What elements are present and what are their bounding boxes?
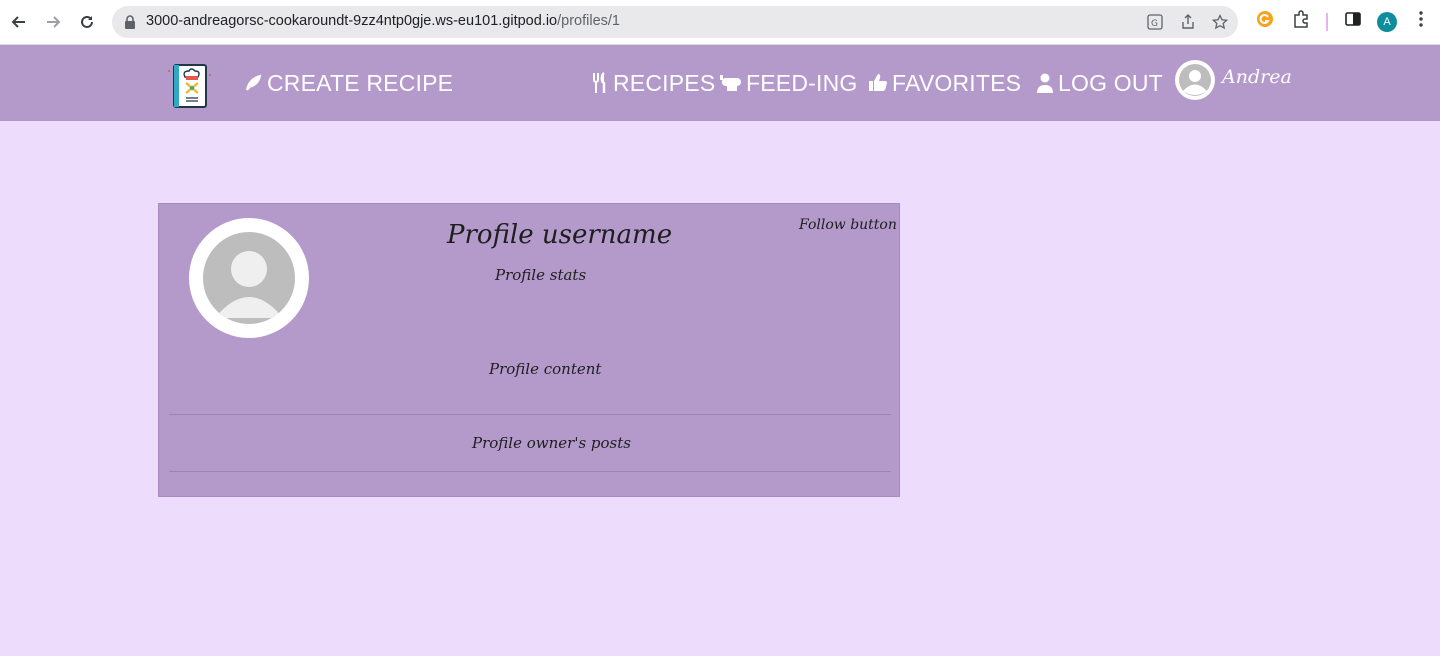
more-menu-icon[interactable] bbox=[1412, 10, 1430, 32]
follow-button[interactable]: Follow button bbox=[799, 217, 897, 233]
nav-create-recipe-label: CREATE RECIPE bbox=[267, 69, 454, 96]
share-icon[interactable] bbox=[1180, 14, 1196, 34]
profile-username: Profile username bbox=[447, 220, 673, 250]
forward-icon[interactable] bbox=[41, 10, 65, 34]
profile-avatar bbox=[189, 218, 309, 338]
side-panel-icon[interactable] bbox=[1344, 10, 1362, 32]
nav-recipes[interactable]: RECIPES bbox=[591, 67, 715, 99]
profile-owner-posts: Profile owner's posts bbox=[472, 434, 631, 452]
user-icon bbox=[1037, 73, 1053, 93]
extensions-puzzle-icon[interactable] bbox=[1292, 10, 1310, 32]
extension-g-icon[interactable] bbox=[1256, 10, 1274, 32]
nav-logout-label: LOG OUT bbox=[1058, 69, 1163, 96]
nav-username[interactable]: Andrea bbox=[1222, 66, 1292, 88]
nav-logout[interactable]: LOG OUT bbox=[1036, 67, 1163, 99]
bookmark-star-icon[interactable] bbox=[1211, 13, 1229, 34]
translate-icon[interactable]: G bbox=[1147, 14, 1163, 34]
nav-favorites-label: FAVORITES bbox=[892, 69, 1022, 96]
nav-favorites[interactable]: FAVORITES bbox=[868, 67, 1021, 99]
feather-icon bbox=[246, 74, 262, 91]
reload-icon[interactable] bbox=[75, 10, 99, 34]
divider-top bbox=[169, 414, 891, 415]
thumbs-up-icon bbox=[869, 74, 887, 91]
bread-icon bbox=[720, 75, 741, 91]
address-bar[interactable]: 3000-andreagorsc-cookaroundt-9zz4ntp0gje… bbox=[112, 6, 1238, 38]
nav-feed-label: FEED-ING bbox=[746, 69, 858, 96]
toolbar-divider bbox=[1326, 13, 1328, 31]
nav-recipes-label: RECIPES bbox=[613, 69, 716, 96]
utensils-icon bbox=[593, 72, 606, 93]
profile-stats: Profile stats bbox=[495, 266, 587, 284]
site-logo[interactable] bbox=[166, 61, 212, 111]
browser-toolbar: 3000-andreagorsc-cookaroundt-9zz4ntp0gje… bbox=[0, 0, 1440, 45]
browser-profile-avatar[interactable]: A bbox=[1377, 12, 1397, 32]
back-icon[interactable] bbox=[7, 10, 31, 34]
divider-bottom bbox=[169, 471, 891, 472]
url-text: 3000-andreagorsc-cookaroundt-9zz4ntp0gje… bbox=[146, 13, 620, 29]
nav-user-avatar[interactable] bbox=[1175, 60, 1215, 100]
nav-feed[interactable]: FEED-ING bbox=[718, 67, 858, 99]
lock-icon bbox=[124, 14, 136, 33]
profile-content: Profile content bbox=[489, 360, 602, 378]
nav-create-recipe[interactable]: CREATE RECIPE bbox=[243, 67, 453, 99]
svg-text:G: G bbox=[1151, 19, 1158, 29]
